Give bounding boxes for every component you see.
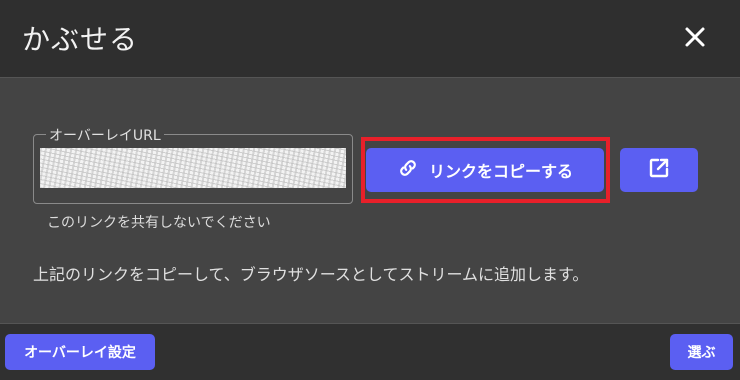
copy-link-button-label: リンクをコピーする bbox=[428, 162, 573, 181]
instruction-text: 上記のリンクをコピーして、ブラウザソースとしてストリームに追加します。 bbox=[33, 265, 589, 284]
copy-link-button[interactable]: リンクをコピーする bbox=[366, 148, 604, 192]
overlay-settings-button[interactable]: オーバーレイ設定 bbox=[5, 334, 155, 370]
select-button[interactable]: 選ぶ bbox=[670, 334, 733, 370]
open-in-new-icon bbox=[647, 156, 671, 184]
link-icon bbox=[397, 157, 419, 183]
dialog-footer: オーバーレイ設定 選ぶ bbox=[0, 323, 740, 380]
overlay-url-help-text: このリンクを共有しないでください bbox=[47, 215, 271, 231]
close-icon[interactable] bbox=[680, 22, 710, 52]
overlay-url-label: オーバーレイURL bbox=[46, 125, 164, 145]
dialog-title: かぶせる bbox=[22, 23, 139, 56]
overlay-url-value[interactable] bbox=[40, 148, 346, 188]
dialog-header: かぶせる bbox=[0, 0, 740, 78]
overlay-dialog: かぶせる オーバーレイURL このリンクを共有しないでください リンクをコピーす… bbox=[0, 0, 740, 380]
dialog-body: オーバーレイURL このリンクを共有しないでください リンクをコピーする 上記の… bbox=[0, 78, 740, 323]
open-url-button[interactable] bbox=[620, 148, 698, 192]
overlay-url-field[interactable]: オーバーレイURL bbox=[33, 125, 353, 204]
